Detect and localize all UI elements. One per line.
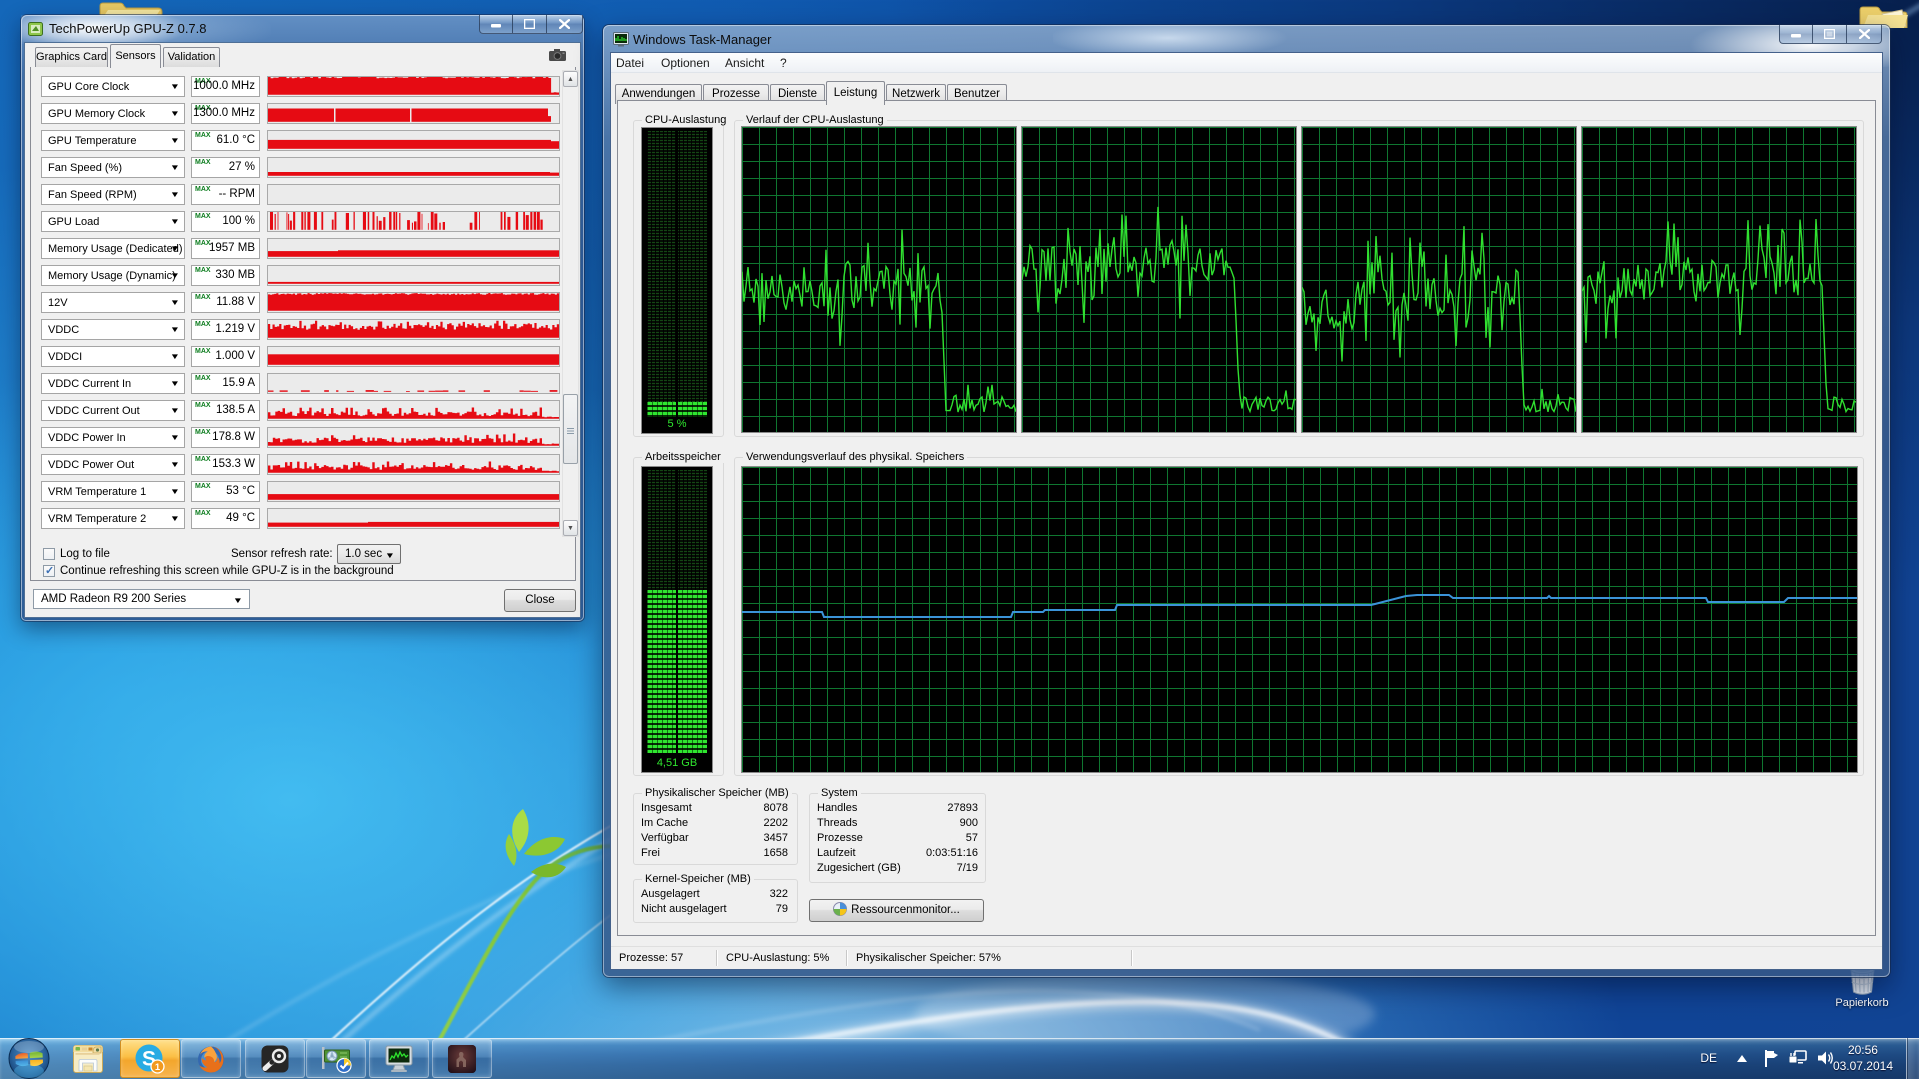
svg-text:1: 1 bbox=[155, 1062, 161, 1073]
